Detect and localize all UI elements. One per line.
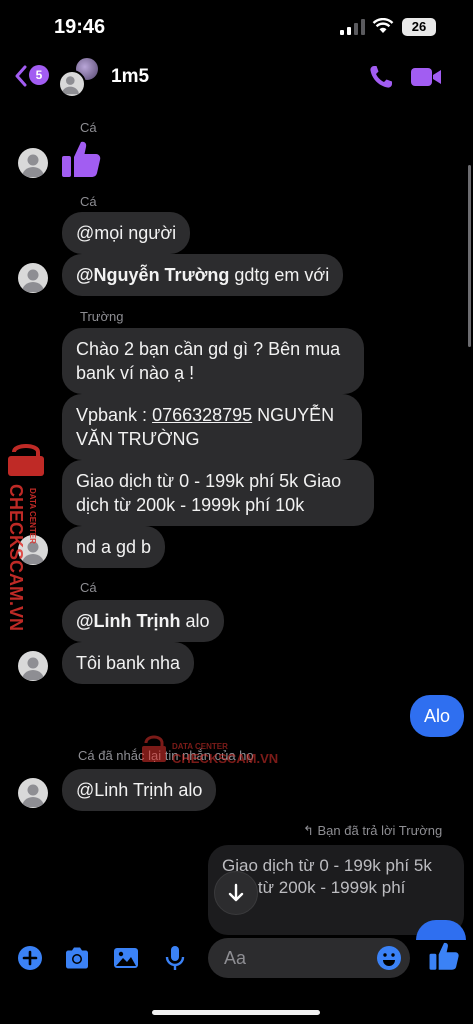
arrow-down-icon bbox=[228, 883, 244, 902]
message-text: Giao dịch từ 0 - 199k phí 5k bbox=[222, 856, 432, 875]
home-indicator[interactable] bbox=[152, 1010, 320, 1015]
message-bubble[interactable]: @Nguyễn Trường gdtg em với bbox=[62, 254, 344, 296]
thumbs-up-icon[interactable] bbox=[60, 138, 102, 180]
message-list[interactable]: Cá Cá @mọi người @Nguyễn Trường gdtg em … bbox=[0, 110, 473, 940]
message-text: Giao dịch từ 0 - 199k phí 5k Giao bbox=[76, 471, 342, 491]
chevron-left-icon bbox=[15, 65, 27, 87]
message-input[interactable]: Aa bbox=[208, 938, 410, 978]
group-avatar[interactable] bbox=[58, 56, 102, 100]
message-text: Vpbank : bbox=[76, 405, 153, 425]
sender-avatar bbox=[18, 778, 48, 808]
member-avatar-default bbox=[58, 70, 86, 98]
scroll-to-bottom-button[interactable] bbox=[214, 871, 258, 915]
message-bubble[interactable]: @Linh Trịnh alo bbox=[62, 600, 224, 642]
sender-name: Cá bbox=[80, 194, 97, 209]
sender-name: Cá bbox=[80, 580, 97, 595]
message-text: dịch từ 200k - 1999k phí 10k bbox=[76, 495, 305, 515]
svg-text:CHECKSCAM.VN: CHECKSCAM.VN bbox=[6, 484, 26, 631]
reply-notice: ↰ Bạn đã trả lời Trường bbox=[303, 823, 442, 839]
my-message-bubble[interactable]: Alo bbox=[410, 695, 465, 737]
sender-name: Cá bbox=[80, 120, 97, 135]
message-bubble[interactable]: Vpbank : 0766328795 NGUYỄN VĂN TRƯỜNG bbox=[62, 394, 362, 460]
plus-icon[interactable] bbox=[16, 944, 44, 972]
emoji-icon[interactable] bbox=[376, 945, 402, 971]
camera-icon[interactable] bbox=[63, 944, 91, 972]
status-bar: 19:46 26 bbox=[0, 0, 473, 50]
person-icon bbox=[61, 76, 79, 95]
checkscam-watermark-logo: DATA CENTER CHECKSCAM.VN bbox=[142, 735, 278, 766]
sender-avatar bbox=[18, 148, 48, 178]
message-text: VĂN TRƯỜNG bbox=[76, 429, 200, 449]
message-bubble[interactable]: Tôi bank nha bbox=[62, 642, 195, 684]
sender-avatar bbox=[18, 651, 48, 681]
sender-name: Trường bbox=[80, 309, 124, 324]
svg-text:CHECKSCAM.VN: CHECKSCAM.VN bbox=[172, 751, 278, 766]
mention[interactable]: @Nguyễn Trường bbox=[76, 265, 229, 285]
message-composer: Aa bbox=[0, 930, 473, 990]
message-bubble[interactable]: Giao dịch từ 0 - 199k phí 5k Giao dịch t… bbox=[62, 460, 374, 526]
message-input-placeholder: Aa bbox=[224, 948, 247, 968]
back-button[interactable]: 5 bbox=[12, 62, 52, 90]
message-bubble[interactable]: Chào 2 bạn cần gd gì ? Bên mua bank ví n… bbox=[62, 328, 364, 394]
svg-text:DATA CENTER: DATA CENTER bbox=[172, 742, 228, 751]
chat-header: 5 1m5 bbox=[0, 50, 473, 110]
battery-icon: 26 bbox=[402, 18, 436, 36]
message-text: alo bbox=[180, 611, 210, 631]
status-time: 19:46 bbox=[54, 16, 106, 38]
gallery-icon[interactable] bbox=[112, 944, 140, 972]
message-bubble[interactable]: @Linh Trịnh alo bbox=[62, 769, 217, 811]
phone-number-link[interactable]: 0766328795 bbox=[152, 405, 252, 425]
reply-notice-text: Bạn đã trả lời Trường bbox=[317, 823, 443, 838]
scrollbar[interactable] bbox=[468, 165, 471, 347]
microphone-icon[interactable] bbox=[161, 944, 189, 972]
message-text: Chào 2 bạn cần gd gì ? Bên mua bbox=[76, 339, 341, 359]
message-text: bank ví nào ạ ! bbox=[76, 363, 195, 383]
svg-text:DATA CENTER: DATA CENTER bbox=[28, 488, 37, 544]
reply-arrow-icon: ↰ bbox=[303, 823, 318, 838]
video-call-icon[interactable] bbox=[410, 64, 442, 90]
phone-call-icon[interactable] bbox=[368, 64, 394, 90]
message-text: gdtg em với bbox=[229, 265, 330, 285]
mention[interactable]: @Linh Trịnh bbox=[76, 611, 181, 631]
message-bubble[interactable]: @mọi người bbox=[62, 212, 191, 254]
message-text: NGUYỄN bbox=[252, 405, 335, 425]
message-bubble[interactable]: nd a gd b bbox=[62, 526, 166, 568]
conversation-title[interactable]: 1m5 bbox=[111, 66, 149, 88]
thumbs-up-icon[interactable] bbox=[428, 940, 460, 972]
unread-count-badge: 5 bbox=[29, 65, 49, 85]
cellular-signal-icon bbox=[340, 19, 365, 35]
wifi-icon bbox=[372, 18, 394, 33]
checkscam-watermark-logo: CHECKSCAM.VN DATA CENTER bbox=[6, 444, 44, 631]
sender-avatar bbox=[18, 263, 48, 293]
